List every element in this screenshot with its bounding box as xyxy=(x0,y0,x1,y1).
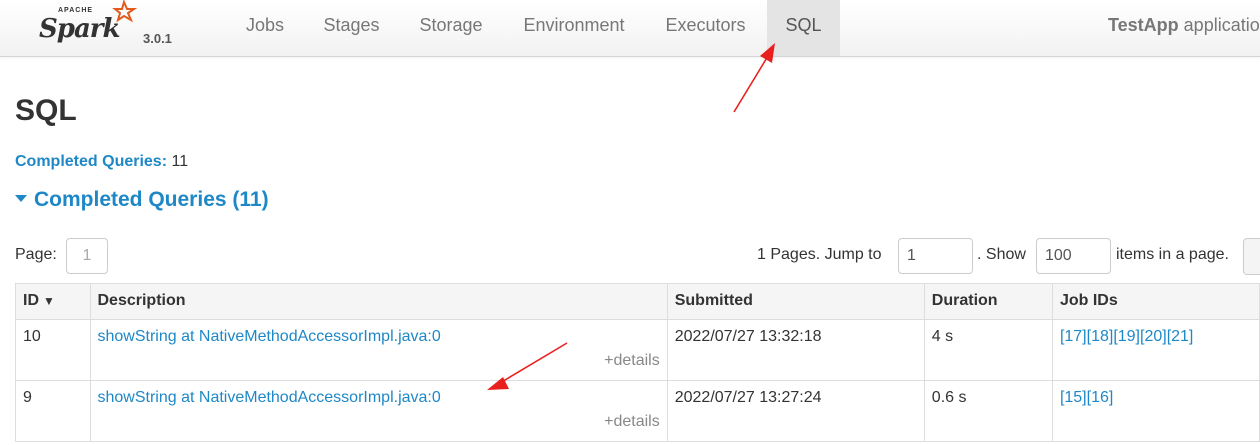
tab-stages[interactable]: Stages xyxy=(303,0,400,50)
page-label: Page: xyxy=(15,246,57,263)
table-header-row: ID ▼ Description Submitted Duration Job I… xyxy=(15,283,1260,320)
column-header-duration[interactable]: Duration xyxy=(923,283,1053,320)
app-suffix: applicatio xyxy=(1178,15,1260,35)
apache-label: APACHE xyxy=(58,7,94,14)
completed-queries-toggle[interactable]: Completed Queries (11) xyxy=(15,188,269,212)
spark-version: 3.0.1 xyxy=(143,31,172,46)
query-description-link[interactable]: showString at NativeMethodAccessorImpl.j… xyxy=(98,328,441,345)
query-id: 9 xyxy=(15,380,91,442)
pages-jump-label: 1 Pages. Jump to xyxy=(757,246,882,263)
query-duration: 0.6 s xyxy=(923,380,1053,442)
queries-table: ID ▼ Description Submitted Duration Job I… xyxy=(15,283,1260,442)
column-header-id[interactable]: ID ▼ xyxy=(15,283,91,320)
app-name: TestApp xyxy=(1108,15,1179,35)
query-description-link[interactable]: showString at NativeMethodAccessorImpl.j… xyxy=(98,389,441,406)
page-size-input[interactable]: 100 xyxy=(1036,238,1111,274)
id-header-label: ID xyxy=(23,292,39,309)
query-submitted: 2022/07/27 13:27:24 xyxy=(666,380,925,442)
job-link[interactable]: [18] xyxy=(1087,328,1114,345)
query-description-cell: showString at NativeMethodAccessorImpl.j… xyxy=(89,319,668,381)
app-title: TestApp applicatio xyxy=(1108,0,1260,50)
query-id: 10 xyxy=(15,319,91,381)
job-link[interactable]: [21] xyxy=(1167,328,1194,345)
job-link[interactable]: [15] xyxy=(1060,389,1087,406)
show-label: . Show xyxy=(977,246,1026,263)
column-header-description[interactable]: Description xyxy=(89,283,668,320)
section-title: Completed Queries (11) xyxy=(34,188,269,211)
job-link[interactable]: [16] xyxy=(1087,389,1114,406)
caret-down-icon xyxy=(15,194,27,202)
column-header-job-ids[interactable]: Job IDs xyxy=(1051,283,1260,320)
tab-environment[interactable]: Environment xyxy=(503,0,645,50)
query-job-ids: [17][18][19][20][21] xyxy=(1051,319,1260,381)
completed-queries-link[interactable]: Completed Queries: xyxy=(15,153,167,170)
page-title: SQL xyxy=(15,94,77,127)
details-toggle[interactable]: +details xyxy=(98,352,660,370)
column-header-submitted[interactable]: Submitted xyxy=(666,283,925,320)
completed-queries-summary: Completed Queries: 11 xyxy=(15,153,188,171)
job-link[interactable]: [19] xyxy=(1113,328,1140,345)
spark-logo[interactable]: APACHE Spark xyxy=(38,0,138,50)
tab-jobs[interactable]: Jobs xyxy=(228,0,302,50)
table-row: 9 showString at NativeMethodAccessorImpl… xyxy=(15,380,1260,442)
tab-sql[interactable]: SQL xyxy=(767,0,840,56)
current-page-box: 1 xyxy=(66,238,108,274)
query-job-ids: [15][16] xyxy=(1051,380,1260,442)
job-link[interactable]: [20] xyxy=(1140,328,1167,345)
spark-wordmark: Spark xyxy=(39,14,121,44)
tab-storage[interactable]: Storage xyxy=(401,0,501,50)
completed-queries-count: 11 xyxy=(171,153,189,170)
sort-desc-icon: ▼ xyxy=(43,294,55,308)
query-submitted: 2022/07/27 13:32:18 xyxy=(666,319,925,381)
jump-to-page-input[interactable]: 1 xyxy=(898,238,973,274)
top-navbar: APACHE Spark 3.0.1 Jobs Stages Storage E… xyxy=(0,0,1260,57)
job-link[interactable]: [17] xyxy=(1060,328,1087,345)
tab-executors[interactable]: Executors xyxy=(646,0,765,50)
items-per-page-label: items in a page. xyxy=(1116,246,1229,263)
table-row: 10 showString at NativeMethodAccessorImp… xyxy=(15,319,1260,381)
details-toggle[interactable]: +details xyxy=(98,413,660,431)
go-button[interactable] xyxy=(1243,238,1260,275)
query-description-cell: showString at NativeMethodAccessorImpl.j… xyxy=(89,380,668,442)
query-duration: 4 s xyxy=(923,319,1053,381)
